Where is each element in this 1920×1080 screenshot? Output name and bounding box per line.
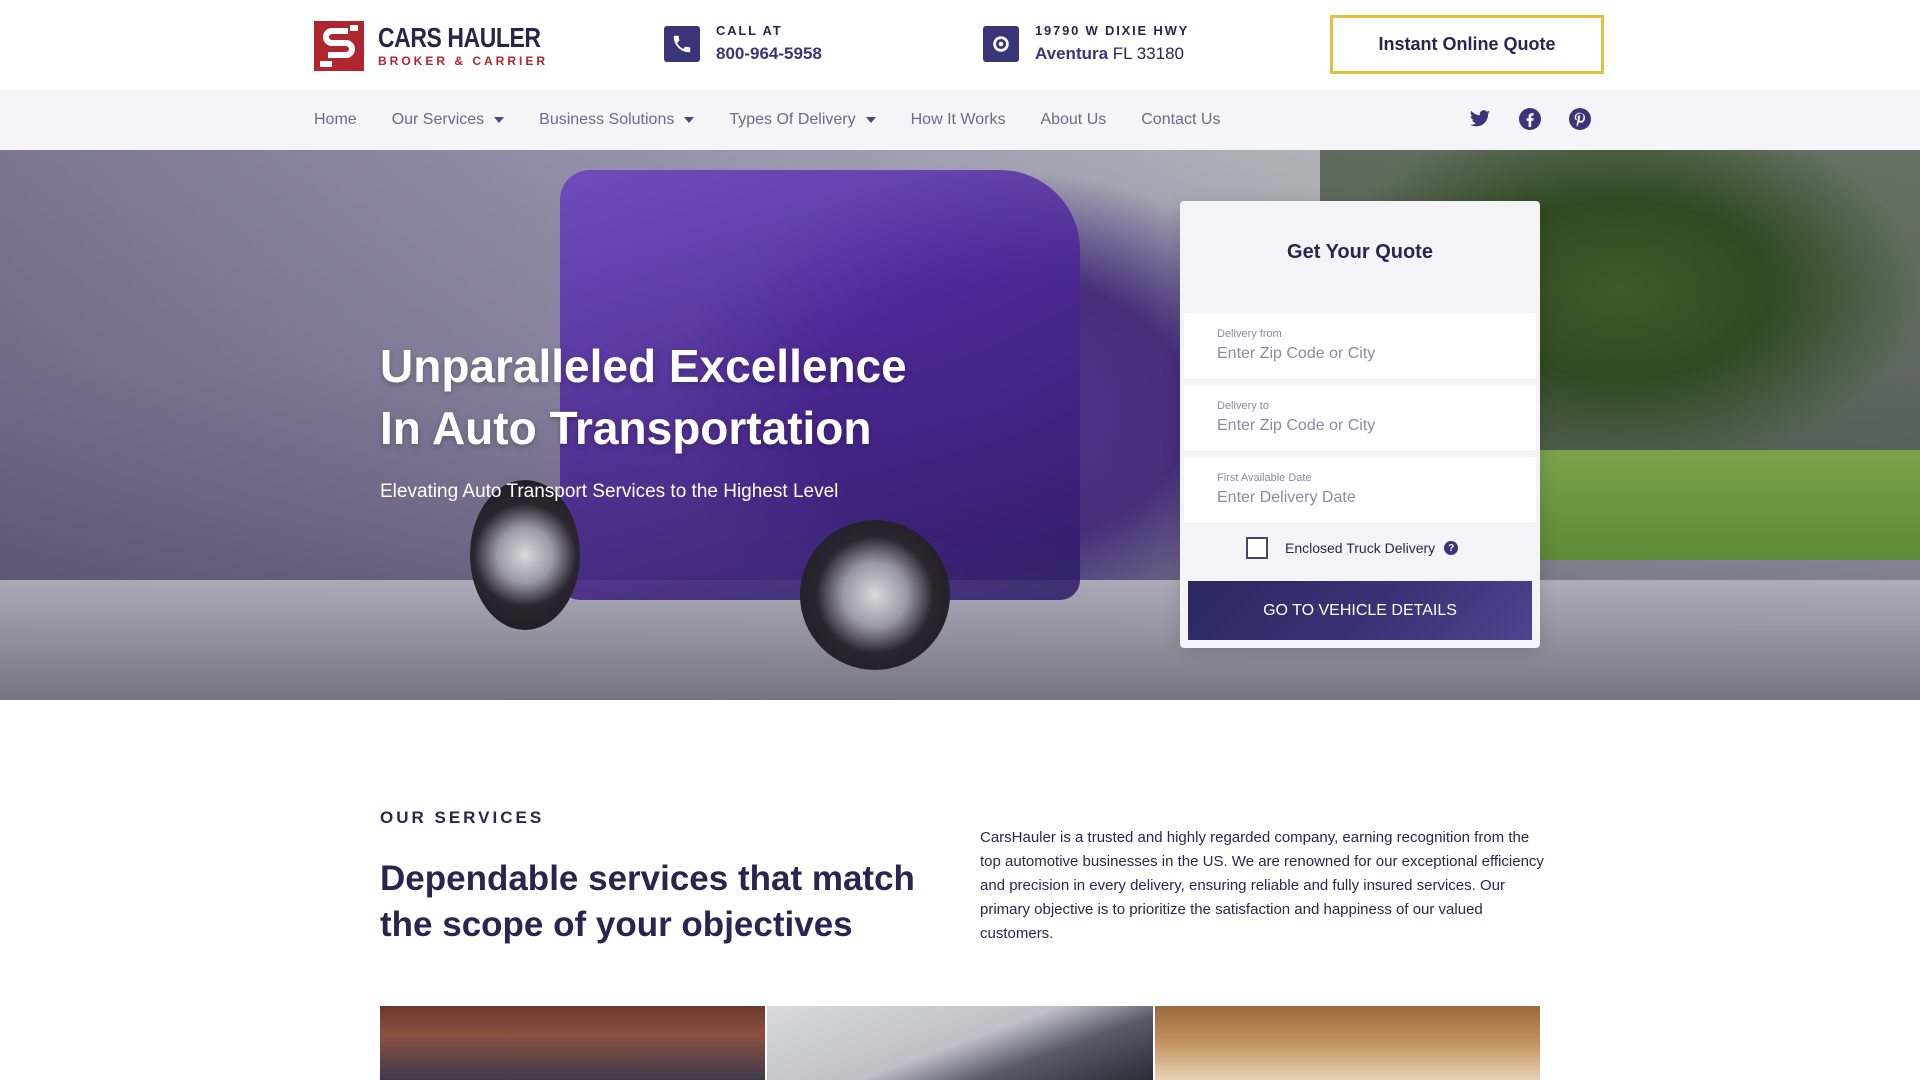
logo[interactable]: CARS HAULER BROKER & CARRIER — [314, 20, 545, 72]
address-city-line: Aventura FL 33180 — [1035, 43, 1189, 65]
services-heading: Dependable services that match the scope… — [380, 859, 915, 944]
delivery-date-field[interactable]: First Available Date Enter Delivery Date — [1184, 457, 1536, 524]
nav-menu: Home Our Services Business Solutions Typ… — [314, 90, 1255, 150]
twitter-icon[interactable] — [1466, 105, 1494, 133]
delivery-to-field[interactable]: Delivery to Enter Zip Code or City — [1184, 385, 1536, 452]
nav-item-about-us[interactable]: About Us — [1040, 111, 1106, 129]
delivery-from-field[interactable]: Delivery from Enter Zip Code or City — [1184, 313, 1536, 380]
address-info: 19790 W DIXIE HWY Aventura FL 33180 — [983, 22, 1189, 65]
nav-item-label: Types Of Delivery — [729, 111, 856, 128]
delivery-to-label: Delivery to — [1217, 400, 1269, 412]
enclosed-delivery-checkbox[interactable] — [1246, 537, 1268, 559]
quote-form-title: Get Your Quote — [1287, 241, 1433, 263]
caret-down-icon — [865, 117, 876, 123]
nav-item-label: Contact Us — [1141, 111, 1221, 128]
main-nav: Home Our Services Business Solutions Typ… — [0, 90, 1920, 150]
delivery-from-label: Delivery from — [1217, 328, 1282, 340]
caret-down-icon — [684, 117, 695, 123]
services-description: CarsHauler is a trusted and highly regar… — [980, 829, 1544, 942]
nav-item-our-services[interactable]: Our Services — [391, 111, 505, 129]
help-icon[interactable]: ? — [1444, 541, 1459, 555]
hero-title-line2: In Auto Transportation — [380, 402, 872, 454]
nav-item-business-solutions[interactable]: Business Solutions — [539, 111, 695, 129]
address-street: 19790 W DIXIE HWY — [1035, 23, 1190, 38]
hero-background-grass — [1540, 450, 1920, 560]
phone-icon — [664, 25, 700, 62]
hero-title-line1: Unparalleled Excellence — [380, 340, 907, 392]
nav-item-contact-us[interactable]: Contact Us — [1141, 111, 1220, 129]
delivery-date-placeholder: Enter Delivery Date — [1217, 489, 1356, 506]
delivery-to-placeholder: Enter Zip Code or City — [1217, 417, 1376, 434]
caret-down-icon — [494, 117, 505, 123]
nav-item-label: Business Solutions — [539, 111, 675, 128]
address-state-zip: FL 33180 — [1112, 44, 1185, 63]
nav-item-label: How It Works — [910, 111, 1006, 128]
logo-mark-icon — [314, 21, 364, 71]
vehicle-details-button[interactable]: GO TO VEHICLE DETAILS — [1188, 581, 1532, 640]
services-image-row — [380, 1006, 1540, 1080]
call-info[interactable]: CALL AT 800-964-5958 — [664, 22, 822, 65]
service-card-image[interactable] — [1154, 1006, 1540, 1080]
facebook-icon[interactable] — [1516, 105, 1544, 133]
phone-number[interactable]: 800-964-5958 — [716, 43, 822, 65]
service-card-image[interactable] — [767, 1006, 1153, 1080]
logo-tagline: BROKER & CARRIER — [378, 54, 549, 68]
services-kicker: OUR SERVICES — [380, 808, 545, 827]
hero-subtitle: Elevating Auto Transport Services to the… — [380, 481, 839, 502]
top-header: CARS HAULER BROKER & CARRIER CALL AT 800… — [0, 0, 1920, 90]
nav-item-label: Our Services — [391, 111, 485, 128]
instant-quote-button[interactable]: Instant Online Quote — [1330, 15, 1604, 74]
address-city: Aventura — [1035, 44, 1109, 63]
call-label: CALL AT — [716, 23, 783, 38]
service-card-image[interactable] — [380, 1006, 766, 1080]
quote-form: Get Your Quote Delivery from Enter Zip C… — [1180, 201, 1540, 648]
nav-item-label: About Us — [1040, 111, 1107, 128]
hero-truck-wheel — [800, 520, 950, 670]
nav-item-how-it-works[interactable]: How It Works — [911, 111, 1006, 129]
hero-content: Unparalleled Excellence In Auto Transpor… — [380, 335, 907, 503]
hero-section: Unparalleled Excellence In Auto Transpor… — [0, 150, 1920, 700]
social-links — [1466, 105, 1616, 133]
enclosed-delivery-option: Enclosed Truck Delivery ? — [1246, 537, 1459, 559]
hero-title: Unparalleled Excellence In Auto Transpor… — [380, 335, 907, 459]
delivery-date-label: First Available Date — [1217, 472, 1312, 484]
nav-item-types-of-delivery[interactable]: Types Of Delivery — [729, 111, 876, 129]
pinterest-icon[interactable] — [1566, 105, 1594, 133]
nav-item-home[interactable]: Home — [314, 111, 357, 129]
enclosed-delivery-label[interactable]: Enclosed Truck Delivery — [1285, 540, 1435, 556]
nav-item-label: Home — [314, 111, 357, 128]
location-pin-icon — [983, 25, 1019, 62]
delivery-from-placeholder: Enter Zip Code or City — [1217, 345, 1376, 362]
logo-name: CARS HAULER — [378, 22, 541, 53]
